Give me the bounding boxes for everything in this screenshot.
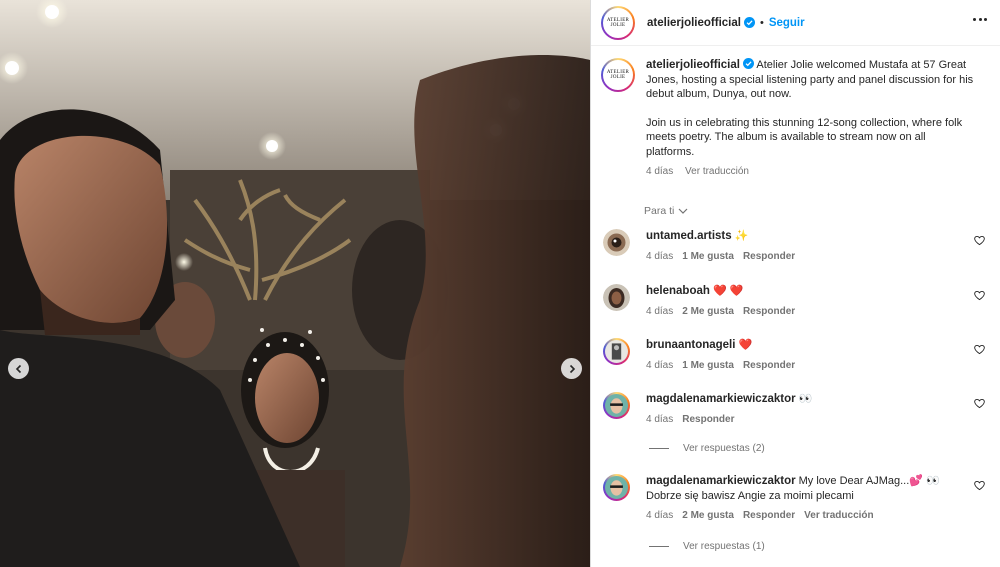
post-caption: ATELIER JOLIE atelierjolieofficial Atelie… [601, 58, 981, 180]
commenter-avatar[interactable] [603, 338, 630, 365]
next-image-button[interactable] [561, 358, 582, 379]
comment-likes[interactable]: 2 Me gusta [682, 306, 734, 317]
commenter-username[interactable]: magdalenamarkiewiczaktor [646, 475, 796, 487]
atelier-jolie-logo: ATELIER JOLIE [606, 70, 630, 80]
comment-text: ❤️ ❤️ [712, 285, 744, 297]
translate-link[interactable]: Ver traducción [685, 166, 749, 177]
commenter-avatar[interactable] [603, 284, 630, 311]
comment-likes[interactable]: 2 Me gusta [682, 510, 734, 521]
sort-label: Para ti [644, 205, 675, 217]
caption-author-avatar[interactable]: ATELIER JOLIE [601, 58, 635, 92]
commenter-avatar[interactable] [603, 474, 630, 501]
follow-button[interactable]: Seguir [769, 17, 805, 29]
like-heart-icon[interactable] [974, 344, 985, 355]
reply-button[interactable]: Responder [743, 510, 795, 521]
event-photo-image [0, 0, 590, 567]
comment-timestamp[interactable]: 4 días [646, 251, 673, 262]
author-avatar[interactable]: ATELIER JOLIE [601, 5, 635, 40]
view-replies-label: Ver respuestas (2) [683, 443, 765, 454]
commenter-username[interactable]: untamed.artists [646, 230, 732, 242]
more-options-icon[interactable] [973, 18, 987, 22]
caption-text-2: Join us in celebrating this stunning 12-… [646, 116, 963, 158]
caption-username[interactable]: atelierjolieofficial [646, 59, 740, 71]
comment-timestamp[interactable]: 4 días [646, 360, 673, 371]
comment-timestamp[interactable]: 4 días [646, 306, 673, 317]
view-replies-label: Ver respuestas (1) [683, 541, 765, 552]
chevron-right-icon [569, 364, 575, 373]
separator-dot: • [759, 16, 764, 29]
comment-text: 👀 [798, 393, 813, 405]
like-heart-icon[interactable] [974, 398, 985, 409]
comment-item: magdalenamarkiewiczaktor My love Dear AJ… [603, 474, 993, 524]
caption-timestamp[interactable]: 4 días [646, 166, 673, 177]
post-header: ATELIER JOLIE atelierjolieofficial • Segu… [591, 0, 1000, 46]
previous-image-button[interactable] [8, 358, 29, 379]
author-username[interactable]: atelierjolieofficial [647, 17, 741, 29]
commenter-avatar[interactable] [603, 229, 630, 256]
comment-likes[interactable]: 1 Me gusta [682, 251, 734, 262]
translate-link[interactable]: Ver traducción [804, 510, 873, 521]
comment-likes[interactable]: 1 Me gusta [682, 360, 734, 371]
post-photo[interactable] [0, 0, 590, 567]
commenter-avatar[interactable] [603, 392, 630, 419]
commenter-username[interactable]: brunaantonageli [646, 339, 735, 351]
commenter-username[interactable]: helenaboah [646, 285, 710, 297]
verified-badge-icon [742, 58, 754, 69]
reply-button[interactable]: Responder [743, 306, 795, 317]
reply-button[interactable]: Responder [743, 251, 795, 262]
like-heart-icon[interactable] [974, 235, 985, 246]
atelier-jolie-logo: ATELIER JOLIE [606, 17, 630, 28]
reply-button[interactable]: Responder [743, 360, 795, 371]
verified-badge-icon [743, 17, 755, 28]
comment-text: ✨ [734, 230, 749, 242]
chevron-down-icon [678, 208, 688, 214]
view-replies-button[interactable]: Ver respuestas (2) [649, 443, 765, 454]
comment-item: helenaboah ❤️ ❤️ 4 días 2 Me gusta Respond… [603, 284, 993, 319]
post-side-panel: ATELIER JOLIE atelierjolieofficial • Segu… [590, 0, 1000, 567]
like-heart-icon[interactable] [974, 290, 985, 301]
comment-timestamp[interactable]: 4 días [646, 414, 673, 425]
comment-timestamp[interactable]: 4 días [646, 510, 673, 521]
comment-item: magdalenamarkiewiczaktor 👀 4 días Respond… [603, 392, 993, 427]
comment-sort-dropdown[interactable]: Para ti [644, 205, 688, 217]
like-heart-icon[interactable] [974, 480, 985, 491]
chevron-left-icon [15, 364, 21, 373]
comment-item: brunaantonageli ❤️ 4 días 1 Me gusta Respo… [603, 338, 993, 373]
comment-item: untamed.artists ✨ 4 días 1 Me gusta Respon… [603, 229, 993, 264]
commenter-username[interactable]: magdalenamarkiewiczaktor [646, 393, 796, 405]
reply-button[interactable]: Responder [682, 414, 734, 425]
comment-text: ❤️ [738, 339, 753, 351]
view-replies-button[interactable]: Ver respuestas (1) [649, 541, 765, 552]
